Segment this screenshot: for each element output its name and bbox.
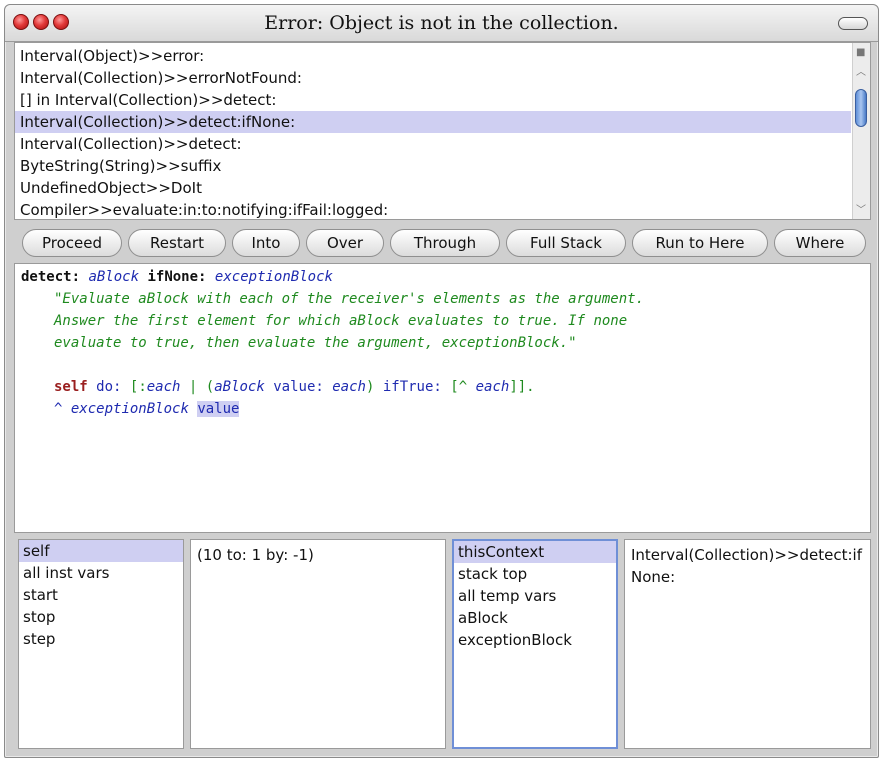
where-button[interactable]: Where xyxy=(774,229,866,257)
stack-frame[interactable]: Interval(Collection)>>detect: xyxy=(15,133,851,155)
list-item[interactable]: exceptionBlock xyxy=(454,629,616,651)
method-comment-line: "Evaluate aBlock with each of the receiv… xyxy=(54,291,645,307)
title-bar[interactable]: Error: Object is not in the collection. xyxy=(5,5,878,42)
selector-part: detect: xyxy=(21,269,81,285)
proceed-button[interactable]: Proceed xyxy=(22,229,122,257)
stack-frame[interactable]: Compiler>>evaluate:in:to:notifying:ifFai… xyxy=(15,199,851,219)
collapse-icon[interactable] xyxy=(838,17,868,30)
scroll-down-icon[interactable]: ﹀ xyxy=(856,201,866,216)
context-value-text[interactable]: Interval(Collection)>>detect:ifNone: xyxy=(625,540,870,592)
stack-frame[interactable]: UndefinedObject>>DoIt xyxy=(15,177,851,199)
selector-part: ifNone: xyxy=(147,269,207,285)
receiver-value-text[interactable]: (10 to: 1 by: -1) xyxy=(191,540,445,570)
list-item[interactable]: self xyxy=(19,540,183,562)
list-item[interactable]: all temp vars xyxy=(454,585,616,607)
code-statement: ^ exceptionBlock value xyxy=(54,401,240,417)
code-pane[interactable]: detect: aBlock ifNone: exceptionBlock "E… xyxy=(14,263,871,533)
over-button[interactable]: Over xyxy=(306,229,384,257)
stack-scrollbar[interactable]: ■ ︿ ﹀ xyxy=(852,43,870,219)
list-item[interactable]: step xyxy=(19,628,183,650)
stack-frame[interactable]: Interval(Object)>>error: xyxy=(15,45,851,67)
list-item[interactable]: all inst vars xyxy=(19,562,183,584)
method-comment-line: Answer the first element for which aBloc… xyxy=(54,313,628,329)
through-button[interactable]: Through xyxy=(390,229,500,257)
code-statement: self do: [:each | (aBlock value: each) i… xyxy=(54,379,535,395)
stack-trace-list[interactable]: Interval(Object)>>error: Interval(Collec… xyxy=(14,42,871,220)
list-item[interactable]: start xyxy=(19,584,183,606)
list-item[interactable]: stack top xyxy=(454,563,616,585)
window-title: Error: Object is not in the collection. xyxy=(264,12,619,34)
scroll-up-icon[interactable]: ︿ xyxy=(856,63,866,78)
debugger-toolbar: Proceed Restart Into Over Through Full S… xyxy=(14,226,871,260)
list-item[interactable]: aBlock xyxy=(454,607,616,629)
receiver-fields-list[interactable]: self all inst vars start stop step xyxy=(18,539,184,749)
argument-name: aBlock xyxy=(88,269,140,285)
list-item[interactable]: thisContext xyxy=(454,541,616,563)
run-to-here-button[interactable]: Run to Here xyxy=(632,229,768,257)
method-signature: detect: aBlock ifNone: exceptionBlock xyxy=(21,269,333,285)
full-stack-button[interactable]: Full Stack xyxy=(506,229,626,257)
scroll-menu-icon[interactable]: ■ xyxy=(856,47,865,58)
context-fields-list[interactable]: thisContext stack top all temp vars aBlo… xyxy=(452,539,618,749)
argument-name: exceptionBlock xyxy=(214,269,333,285)
stack-frame[interactable]: [] in Interval(Collection)>>detect: xyxy=(15,89,851,111)
list-item[interactable]: stop xyxy=(19,606,183,628)
pc-highlight: value xyxy=(197,401,240,417)
into-button[interactable]: Into xyxy=(232,229,300,257)
stack-frame-selected[interactable]: Interval(Collection)>>detect:ifNone: xyxy=(15,111,851,133)
stack-frame[interactable]: ByteString(String)>>suffix xyxy=(15,155,851,177)
scrollbar-thumb[interactable] xyxy=(855,89,867,127)
stack-frame[interactable]: Interval(Collection)>>errorNotFound: xyxy=(15,67,851,89)
restart-button[interactable]: Restart xyxy=(128,229,226,257)
method-comment-line: evaluate to true, then evaluate the argu… xyxy=(54,335,577,351)
receiver-value-pane[interactable]: (10 to: 1 by: -1) xyxy=(190,539,446,749)
context-value-pane[interactable]: Interval(Collection)>>detect:ifNone: xyxy=(624,539,871,749)
